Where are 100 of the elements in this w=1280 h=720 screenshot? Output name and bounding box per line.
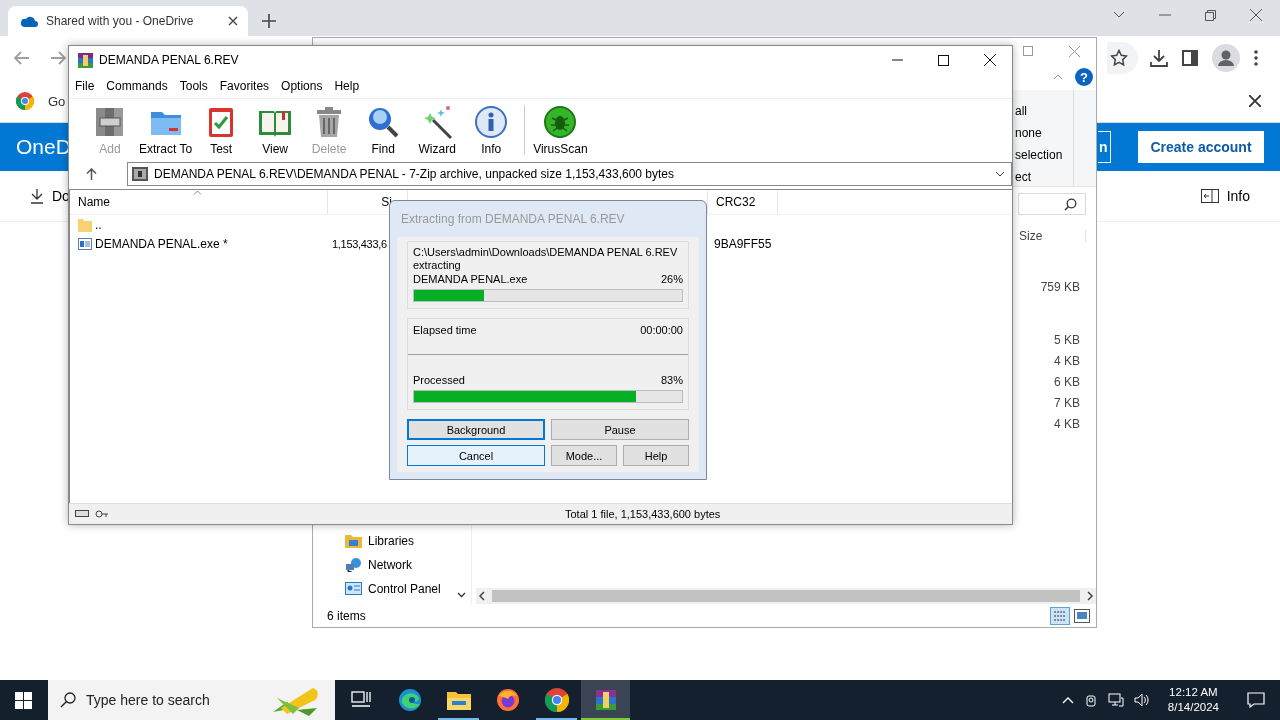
toolbar-button[interactable]: Info: [464, 104, 519, 156]
up-arrow-icon[interactable]: [86, 168, 97, 180]
speaker-icon[interactable]: [1133, 693, 1150, 707]
dialog-button[interactable]: Cancel: [407, 445, 545, 466]
network-icon[interactable]: [1107, 693, 1124, 707]
collapse-ribbon-icon[interactable]: [1053, 74, 1063, 80]
create-account-button[interactable]: Create account: [1138, 131, 1264, 163]
dialog-title: Extracting from DEMANDA PENAL 6.REV: [401, 212, 625, 226]
chevron-up-icon[interactable]: [1061, 696, 1074, 704]
menu-item[interactable]: Tools: [173, 79, 214, 93]
cloud-icon: [20, 15, 38, 27]
nav-item[interactable]: Libraries: [313, 529, 471, 553]
key-icon: [95, 510, 109, 518]
nav-item[interactable]: Control Panel: [313, 577, 471, 601]
dialog-button[interactable]: Help: [623, 445, 689, 466]
bookmark-star-button[interactable]: [1107, 42, 1138, 74]
dialog-button[interactable]: Pause: [551, 419, 689, 440]
application-icon: [78, 237, 92, 250]
toolbar-button[interactable]: Wizard: [410, 104, 465, 156]
toolbar-button[interactable]: Extract To: [137, 104, 195, 156]
bookmark-link[interactable]: Go: [48, 93, 66, 109]
info-command[interactable]: Info: [1200, 188, 1250, 204]
column-header[interactable]: CRC32: [708, 190, 778, 214]
close-icon[interactable]: [984, 54, 996, 66]
notification-icon[interactable]: [1247, 692, 1265, 708]
sign-in-button[interactable]: n: [1098, 131, 1111, 163]
maximize-icon[interactable]: [938, 54, 949, 66]
info-icon: [473, 104, 510, 140]
table-cell-text: 1,153,433,6: [331, 237, 388, 250]
table-cell-text: 9BA9FF55: [713, 236, 773, 251]
back-icon[interactable]: [14, 51, 30, 65]
status-text: 6 items: [327, 609, 366, 623]
dialog-button[interactable]: Mode...: [551, 445, 617, 466]
menu-icon[interactable]: [1254, 50, 1258, 66]
dialog-button[interactable]: Background: [407, 419, 545, 440]
menu-item[interactable]: Commands: [100, 79, 174, 93]
info-pane-icon: [1200, 189, 1219, 203]
toolbar-button[interactable]: Find: [356, 104, 411, 156]
start-button[interactable]: [15, 691, 32, 709]
star-icon: [1110, 49, 1128, 67]
scroll-right-icon[interactable]: [1086, 591, 1094, 601]
file-name[interactable]: DEMANDA PENAL.exe *: [70, 236, 328, 251]
close-icon[interactable]: [1249, 95, 1261, 107]
archive-books-icon: [593, 688, 618, 712]
file-size: 4 KB: [1054, 353, 1080, 370]
ribbon-command[interactable]: all: [1015, 100, 1027, 122]
task-view-icon: [350, 691, 371, 709]
scroll-down-icon[interactable]: [457, 592, 466, 598]
percent-label: 26%: [660, 272, 683, 286]
folder-icon: [446, 690, 471, 710]
search-icon: [60, 692, 76, 708]
file-size: 5 KB: [1054, 332, 1080, 349]
thumbnail-view-icon[interactable]: [1074, 609, 1090, 623]
drive-icon: [75, 510, 89, 517]
menu-item[interactable]: File: [69, 79, 101, 93]
column-header[interactable]: Size: [1017, 229, 1086, 243]
profile-avatar-icon[interactable]: [1212, 44, 1240, 72]
menu-item[interactable]: Favorites: [213, 79, 276, 93]
percent-label: 83%: [660, 373, 683, 387]
search-field[interactable]: [1018, 193, 1086, 215]
chrome-logo-icon: [544, 688, 569, 712]
toolbar-button[interactable]: Test: [194, 104, 249, 156]
nav-item[interactable]: Network: [313, 553, 471, 577]
chevron-down-icon[interactable]: [1113, 11, 1125, 19]
clock-time[interactable]: 12:12 AM: [1169, 685, 1218, 700]
forward-icon[interactable]: [50, 51, 66, 65]
meet-now-icon[interactable]: [1083, 693, 1098, 707]
ribbon-command[interactable]: ect: [1015, 166, 1031, 188]
folder-icon: [345, 534, 362, 548]
status-text: Total 1 file, 1,153,433,600 bytes: [565, 508, 721, 520]
ribbon-command[interactable]: selection: [1015, 144, 1063, 166]
processed-label: Processed: [413, 373, 465, 387]
scroll-left-icon[interactable]: [478, 591, 486, 601]
window-title: DEMANDA PENAL 6.REV: [99, 53, 239, 67]
toolbar-button[interactable]: View: [248, 104, 303, 156]
download-icon[interactable]: [1150, 49, 1168, 67]
side-panel-icon[interactable]: [1182, 50, 1198, 66]
download-icon: [30, 188, 44, 204]
archive-path: C:\Users\admin\Downloads\DEMANDA PENAL 6.REV: [413, 246, 679, 259]
elapsed-label: Elapsed time: [413, 323, 477, 337]
restore-icon[interactable]: [1205, 9, 1216, 21]
folder-icon: [78, 217, 92, 232]
help-icon[interactable]: ?: [1075, 68, 1093, 86]
browser-tab[interactable]: Shared with you - OneDrive: [8, 6, 248, 36]
horizontal-scrollbar[interactable]: [476, 588, 1096, 604]
ribbon-command[interactable]: none: [1015, 122, 1042, 144]
taskbar-search-field[interactable]: Type here to search: [48, 680, 335, 720]
close-icon[interactable]: [228, 16, 238, 26]
column-header[interactable]: Name: [70, 190, 328, 214]
toolbar-button[interactable]: VirusScan: [531, 104, 590, 156]
file-name[interactable]: ..: [70, 217, 328, 232]
archive-path-dropdown[interactable]: DEMANDA PENAL 6.REV\DEMANDA PENAL - 7-Zip archive, unpacked size 1,153,433,600 bytes: [127, 162, 1012, 186]
search-icon: [1064, 197, 1077, 211]
taskbar-button[interactable]: [581, 680, 630, 720]
clock-date[interactable]: 8/14/2024: [1167, 700, 1219, 715]
bug-icon: [542, 104, 579, 140]
new-tab-icon[interactable]: [262, 14, 276, 28]
network-icon: [345, 558, 362, 572]
menu-item[interactable]: Options: [275, 79, 329, 93]
menu-item[interactable]: Help: [328, 79, 366, 93]
